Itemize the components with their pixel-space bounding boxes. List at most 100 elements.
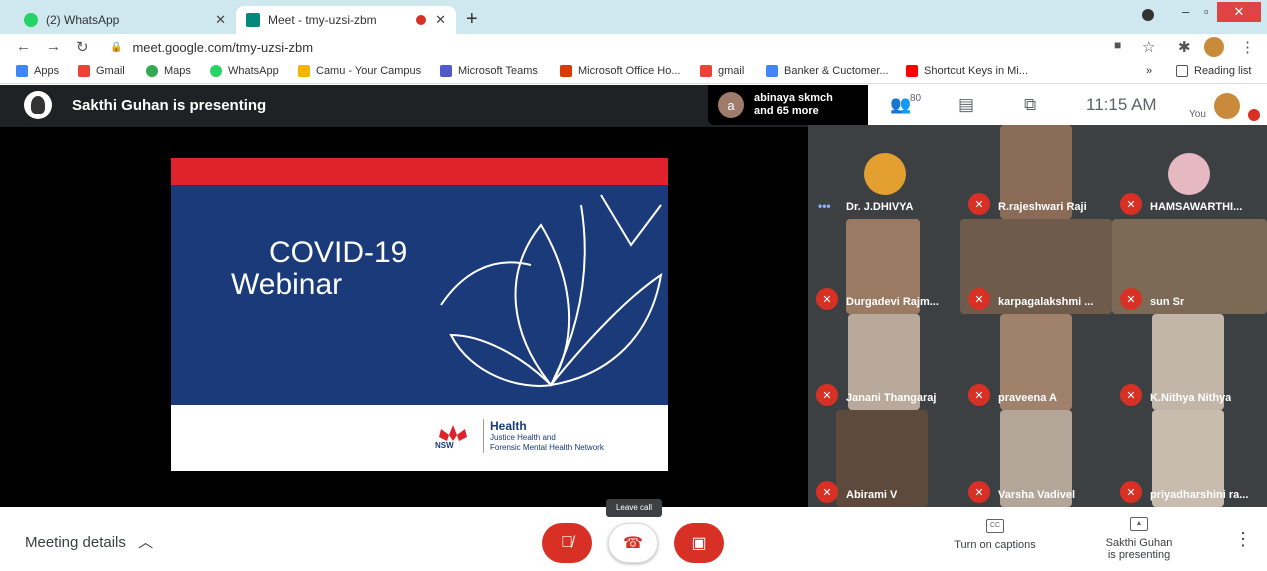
back-icon[interactable]: ← — [16, 38, 31, 55]
bookmark-maps[interactable]: Maps — [146, 65, 191, 77]
recording-icon — [416, 15, 426, 25]
whatsapp-icon — [210, 65, 222, 77]
participant-tile[interactable]: ✕ Durgadevi Rajm... — [808, 219, 960, 314]
close-tab-icon[interactable]: ✕ — [435, 12, 446, 28]
participant-tile[interactable]: ✕ karpagalakshmi ... — [960, 219, 1112, 314]
hang-up-icon: ☎ — [623, 535, 643, 552]
new-tab-button[interactable]: + — [466, 8, 478, 31]
mic-off-icon: ✕ — [1120, 193, 1142, 215]
mic-off-icon: ✕ — [968, 481, 990, 503]
participant-name: Dr. J.DHIVYA — [846, 201, 914, 213]
activities-icon[interactable]: ⧉ — [1024, 95, 1036, 115]
participant-name: Abirami V — [846, 489, 898, 501]
window-close-button[interactable]: ✕ — [1217, 2, 1261, 22]
tab-meet[interactable]: Meet - tmy-uzsi-zbm ✕ — [236, 6, 456, 34]
reading-list-icon — [1176, 65, 1188, 77]
presentation-area: COVID-19 Webinar NSW Health Justice Heal… — [0, 127, 808, 507]
bookmark-label: Microsoft Office Ho... — [578, 65, 681, 77]
bookmark-label: Camu - Your Campus — [316, 65, 422, 77]
tab-search-icon[interactable] — [1142, 9, 1154, 21]
bookmark-apps[interactable]: Apps — [16, 65, 59, 77]
speaking-indicator-icon: ••• — [818, 199, 831, 213]
meeting-details-button[interactable]: Meeting details ︿ — [25, 531, 153, 552]
bookmark-teams[interactable]: Microsoft Teams — [440, 65, 538, 77]
participant-tile[interactable]: ✕ praveena A — [960, 314, 1112, 410]
participant-tile[interactable]: ✕ HAMSAWARTHI... — [1112, 125, 1267, 219]
people-icon[interactable]: 👥 — [890, 95, 911, 115]
tab-label: (2) WhatsApp — [46, 13, 120, 27]
profile-avatar[interactable] — [1204, 37, 1224, 57]
participant-tile[interactable]: ✕ priyadharshini ra... — [1112, 410, 1267, 507]
participant-tile[interactable]: ✕ R.rajeshwari Raji — [960, 125, 1112, 219]
leave-call-tooltip: Leave call — [606, 499, 662, 517]
mic-off-icon: ✕ — [968, 288, 990, 310]
camera-icon[interactable]: ■ — [1114, 38, 1121, 52]
mic-off-icon: ✕ — [968, 193, 990, 215]
bookmark-whatsapp[interactable]: WhatsApp — [210, 65, 279, 77]
presenting-label-1: Sakthi Guhan — [1105, 537, 1173, 549]
participant-tile[interactable]: ••• Dr. J.DHIVYA — [808, 125, 960, 219]
participant-name: praveena A — [998, 392, 1057, 404]
self-avatar — [1214, 93, 1240, 119]
mic-off-icon: ✕ — [1120, 384, 1142, 406]
bookmark-office[interactable]: Microsoft Office Ho... — [560, 65, 681, 77]
mic-toggle-button[interactable]: 🎙̸ — [542, 523, 592, 563]
bookmark-camu[interactable]: Camu - Your Campus — [298, 65, 421, 77]
participant-tile[interactable]: ✕ Janani Thangaraj — [808, 314, 960, 410]
url-field[interactable]: 🔒 meet.google.com/tmy-uzsi-zbm — [110, 37, 1110, 57]
captions-button[interactable]: CC Turn on captions — [940, 519, 1050, 551]
participant-summary[interactable]: a abinaya skmch and 65 more — [708, 85, 868, 125]
slide-subtitle: Webinar — [231, 268, 343, 301]
you-label: You — [1189, 109, 1206, 120]
camera-off-icon: ▣ — [691, 535, 707, 552]
slide-title: COVID-19 — [269, 236, 408, 269]
clock: 11:15 AM — [1086, 95, 1157, 114]
bookmark-banker[interactable]: Banker & Cuctomer... — [766, 65, 889, 77]
bookmark-shortcuts[interactable]: Shortcut Keys in Mi... — [906, 65, 1028, 77]
url-text: meet.google.com/tmy-uzsi-zbm — [132, 39, 314, 55]
nsw-logo-text: NSW — [435, 441, 454, 450]
slide-footer: NSW Health Justice Health and Forensic M… — [171, 405, 668, 471]
bookmark-gmail[interactable]: Gmail — [78, 65, 125, 77]
presenting-button[interactable]: ▲ Sakthi Guhan is presenting — [1084, 517, 1194, 561]
participant-name: karpagalakshmi ... — [998, 296, 1094, 308]
teams-icon — [440, 65, 452, 77]
reading-list-button[interactable]: Reading list — [1176, 65, 1251, 77]
office-icon — [560, 65, 572, 77]
more-options-icon[interactable]: ⋮ — [1234, 529, 1252, 550]
meet-bottom-bar: Meeting details ︿ Leave call 🎙̸ ☎ ▣ CC T… — [0, 499, 1267, 571]
meet-stage: Sakthi Guhan is presenting COVID-19 Webi… — [0, 85, 1267, 507]
presenter-avatar — [24, 91, 52, 119]
bookmark-gmail-2[interactable]: gmail — [700, 65, 744, 77]
forward-icon[interactable]: → — [46, 38, 61, 55]
bookmarks-bar: Apps Gmail Maps WhatsApp Camu - Your Cam… — [0, 60, 1267, 84]
leave-call-button[interactable]: ☎ — [608, 523, 658, 563]
participant-summary-text: abinaya skmch and 65 more — [754, 92, 833, 118]
tab-label: Meet - tmy-uzsi-zbm — [268, 13, 377, 27]
presenter-banner: Sakthi Guhan is presenting — [0, 85, 700, 125]
mic-off-icon: ✕ — [816, 384, 838, 406]
participant-tile[interactable]: ✕ Abirami V — [808, 410, 960, 507]
meet-icon — [246, 13, 260, 27]
minimize-icon[interactable]: – — [1182, 4, 1189, 19]
close-tab-icon[interactable]: ✕ — [215, 12, 226, 28]
menu-icon[interactable]: ⋮ — [1240, 38, 1255, 56]
participant-tile[interactable]: ✕ Varsha Vadivel — [960, 410, 1112, 507]
maximize-icon[interactable]: ▫ — [1204, 4, 1209, 19]
participant-tile[interactable]: ✕ K.Nithya Nithya — [1112, 314, 1267, 410]
tab-whatsapp[interactable]: (2) WhatsApp ✕ — [14, 6, 236, 34]
reading-list-label: Reading list — [1194, 65, 1252, 77]
more-bookmarks-button[interactable]: » — [1146, 65, 1152, 77]
camera-toggle-button[interactable]: ▣ — [674, 523, 724, 563]
chat-icon[interactable]: ▤ — [958, 95, 974, 115]
youtube-icon — [906, 65, 918, 77]
participant-tile[interactable]: ✕ sun Sr — [1112, 219, 1267, 314]
shared-slide: COVID-19 Webinar NSW Health Justice Heal… — [171, 158, 668, 471]
mic-off-icon: ✕ — [816, 481, 838, 503]
star-icon[interactable]: ☆ — [1142, 38, 1155, 56]
presenting-label-2: is presenting — [1107, 549, 1171, 561]
extensions-icon[interactable]: ✱ — [1178, 38, 1191, 56]
participant-name: Janani Thangaraj — [846, 392, 937, 404]
reload-icon[interactable]: ↻ — [76, 38, 89, 56]
apps-grid-icon — [16, 65, 28, 77]
